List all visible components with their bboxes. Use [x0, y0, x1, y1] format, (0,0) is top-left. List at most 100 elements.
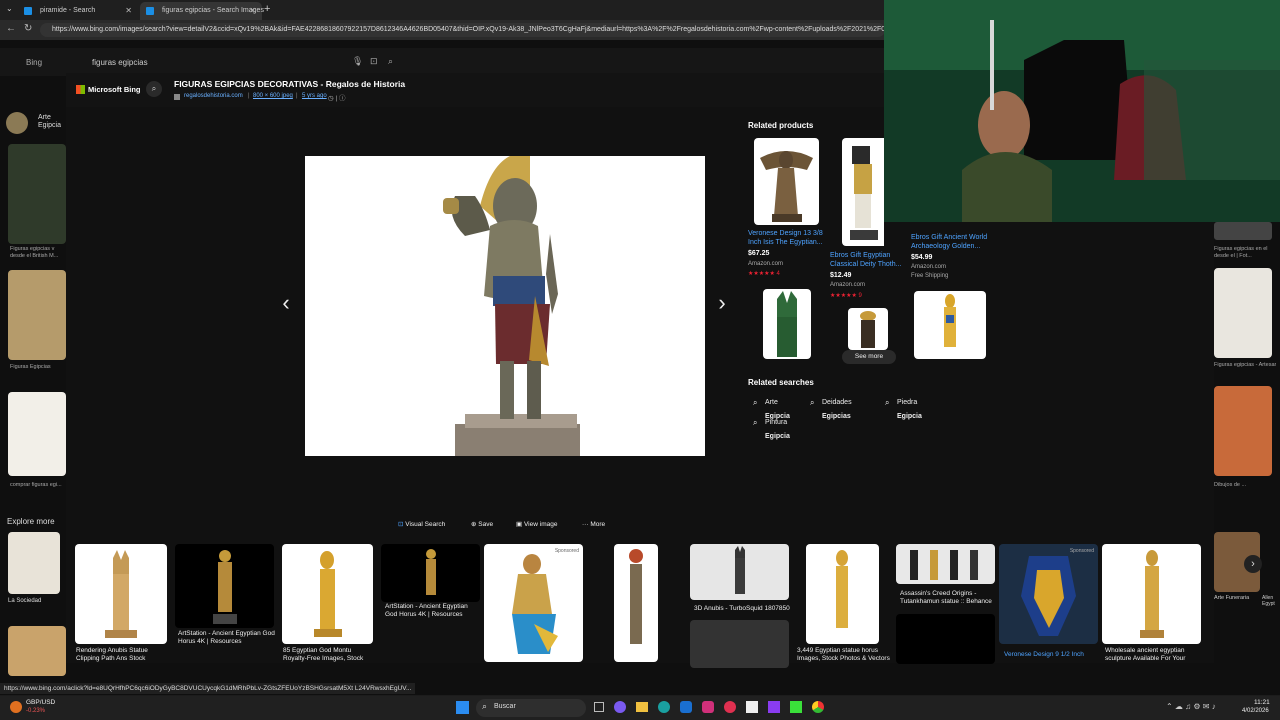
view-image-button[interactable]: ▣ View image — [516, 519, 557, 531]
see-more-button[interactable]: See more — [842, 350, 896, 364]
related-image-caption[interactable]: ArtStation - Ancient Egyptian God Horus … — [385, 603, 481, 619]
related-image[interactable]: Sponsored — [484, 544, 583, 662]
related-search-arte-egipcia[interactable]: ⌕ Arte Egipcia — [753, 396, 803, 420]
bg-thumb[interactable] — [1214, 386, 1272, 476]
overlay-brand[interactable]: Microsoft Bing — [88, 85, 141, 94]
bg-thumb[interactable] — [8, 270, 66, 360]
related-search-deidades-egipcias[interactable]: ⌕ Deidades Egipcias — [810, 396, 880, 420]
kick-icon[interactable] — [790, 701, 802, 713]
product-title[interactable]: Ebros Gift Ancient World Archaeology Gol… — [911, 233, 993, 251]
save-button[interactable]: ⊕ Save — [471, 519, 493, 531]
visual-search-button[interactable]: ⊡ Visual Search — [398, 519, 445, 531]
taskbar-search[interactable]: ⌕ Buscar — [476, 699, 586, 717]
product-image[interactable] — [914, 291, 986, 359]
related-image[interactable] — [282, 544, 373, 644]
app-icon[interactable] — [724, 701, 736, 713]
close-tab-icon[interactable]: ✕ — [249, 2, 256, 20]
related-image[interactable] — [896, 614, 995, 664]
related-image-caption[interactable]: Assassin's Creed Origins - Tutankhamun s… — [900, 590, 998, 606]
product-image[interactable] — [848, 308, 888, 350]
next-image-icon[interactable]: › — [712, 290, 732, 316]
related-image-caption[interactable]: Wholesale ancient egyptian sculpture Ava… — [1105, 647, 1201, 663]
related-image[interactable] — [175, 544, 274, 628]
clock-time[interactable]: 11:21 — [1254, 699, 1270, 706]
bg-thumb[interactable] — [8, 144, 66, 244]
search-icon: ⌕ — [482, 701, 488, 711]
more-button[interactable]: ··· More — [582, 519, 605, 531]
tab-piramide[interactable]: piramide - Search ✕ — [18, 2, 138, 20]
task-view-icon[interactable] — [594, 702, 604, 712]
product-title[interactable]: Ebros Gift Egyptian Classical Deity Thot… — [830, 251, 908, 269]
twitch-icon[interactable] — [768, 701, 780, 713]
bg-thumb[interactable] — [8, 532, 60, 594]
previous-image-icon[interactable]: ‹ — [276, 290, 296, 316]
source-link[interactable]: regalosdehistoria.com — [184, 93, 243, 99]
product-price: $54.99 — [911, 254, 933, 261]
main-image[interactable] — [305, 156, 705, 456]
related-image[interactable] — [381, 544, 480, 602]
image-age[interactable]: 5 yrs ago — [302, 93, 327, 99]
related-image[interactable] — [1102, 544, 1201, 644]
chip-label-bold: Egipcia — [897, 413, 922, 420]
related-search-pintura-egipcia[interactable]: ⌕ Pintura Egipcia — [753, 416, 813, 440]
related-image[interactable] — [75, 544, 167, 644]
product-image[interactable] — [754, 138, 819, 225]
related-image[interactable] — [690, 620, 789, 668]
related-image-caption[interactable]: Rendering Anubis Statue Clipping Path An… — [76, 647, 172, 663]
chrome-icon[interactable] — [812, 701, 824, 713]
bg-thumb[interactable] — [8, 626, 66, 676]
url-field[interactable]: https://www.bing.com/images/search?view=… — [40, 23, 885, 37]
clock-date[interactable]: 4/02/2026 — [1242, 708, 1269, 714]
bg-thumb[interactable] — [1214, 268, 1272, 358]
related-image-caption[interactable]: 3D Anubis - TurboSquid 1807850 — [694, 605, 790, 613]
mic-icon[interactable]: 🎙 — [352, 56, 363, 67]
related-image-caption[interactable]: 85 Egyptian God Montu Royalty-Free Image… — [283, 647, 375, 663]
edge-icon[interactable] — [658, 701, 670, 713]
webcam-image — [884, 0, 1280, 222]
file-explorer-icon[interactable] — [636, 702, 648, 712]
product-image[interactable] — [763, 289, 811, 359]
tab-list-icon[interactable]: ⌄ — [6, 4, 13, 13]
related-image[interactable]: Sponsored — [999, 544, 1098, 644]
mail-icon[interactable] — [680, 701, 692, 713]
image-title[interactable]: FIGURAS EGIPCIAS DECORATIVAS - Regalos d… — [174, 79, 405, 89]
related-image[interactable] — [614, 544, 658, 662]
tab-figuras-egipcias[interactable]: figuras egipcias - Search Images ✕ — [140, 2, 264, 20]
related-image[interactable] — [690, 544, 789, 600]
system-tray-icon[interactable]: ⌃ ☁ ♫ ⚙ ✉ ♪ — [1166, 702, 1216, 711]
related-search-piedra-egipcia[interactable]: ⌕ Piedra Egipcia — [885, 396, 941, 420]
related-image[interactable] — [896, 544, 995, 584]
bg-thumb[interactable] — [1214, 222, 1272, 240]
bg-label: Arte Egipcia — [38, 114, 61, 129]
ticker-name[interactable]: GBP/USD — [26, 699, 55, 706]
history-icon[interactable]: ◷ | ⓘ — [328, 92, 345, 102]
related-image-caption[interactable]: 3,449 Egyptian statue horus Images, Stoc… — [797, 647, 893, 663]
product-title[interactable]: Veronese Design 13 3/8 Inch Isis The Egy… — [748, 229, 824, 247]
search-icon: ⌕ — [753, 418, 758, 427]
image-dimensions[interactable]: 800 × 600 jpeg — [253, 93, 293, 99]
instagram-icon[interactable] — [702, 701, 714, 713]
bg-right-column: Figuras egipcias en el desde el | Fot...… — [1214, 222, 1280, 692]
related-image[interactable] — [806, 544, 879, 644]
reload-icon[interactable]: ↻ — [24, 23, 32, 34]
search-query[interactable]: figuras egipcias — [92, 58, 148, 67]
weather-widget-icon[interactable] — [10, 701, 22, 713]
app-icon[interactable] — [746, 701, 758, 713]
bg-thumb[interactable] — [8, 392, 66, 476]
product-image[interactable] — [842, 138, 884, 246]
related-image-caption[interactable]: Veronese Design 9 1/2 Inch — [1004, 651, 1100, 659]
related-image-caption[interactable]: ArtStation - Ancient Egyptian God Horus … — [178, 630, 276, 646]
related-searches-heading: Related searches — [748, 378, 814, 387]
search-icon[interactable]: ⌕ — [388, 56, 393, 67]
back-icon[interactable]: ← — [6, 23, 16, 34]
anubis-statue-image — [105, 550, 137, 638]
related-products-heading: Related products — [748, 121, 814, 130]
overlay-search-icon[interactable]: ⌕ — [146, 81, 162, 97]
bg-thumb[interactable] — [6, 112, 28, 134]
start-icon[interactable] — [456, 701, 469, 714]
visual-search-icon[interactable]: ⊡ — [370, 56, 378, 67]
close-tab-icon[interactable]: ✕ — [125, 2, 132, 20]
copilot-icon[interactable] — [614, 701, 626, 713]
strip-next-icon[interactable]: › — [1244, 555, 1262, 573]
new-tab-icon[interactable]: + — [264, 3, 270, 15]
